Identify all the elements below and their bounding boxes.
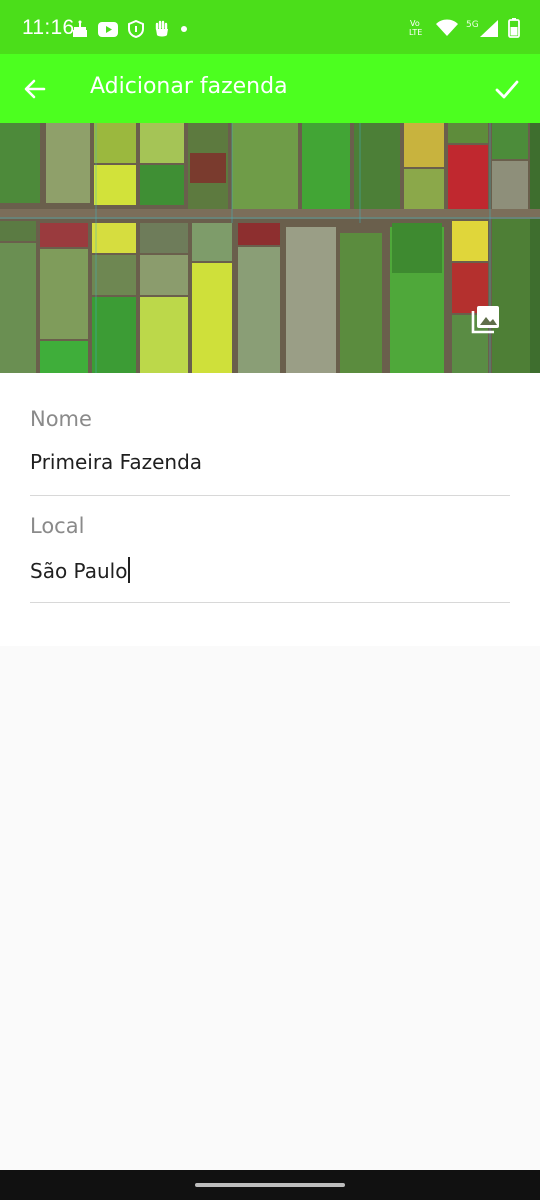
svg-text:Vo: Vo xyxy=(410,19,420,28)
home-gesture-handle[interactable] xyxy=(195,1183,345,1187)
hand-icon xyxy=(155,20,168,37)
name-field-underline xyxy=(30,495,510,496)
arrow-back-icon xyxy=(24,79,46,99)
system-nav-bar xyxy=(0,1170,540,1200)
status-system-icons: Vo LTE 5G xyxy=(408,18,520,38)
svg-text:5G: 5G xyxy=(466,20,479,30)
check-icon xyxy=(495,80,519,99)
dot-icon xyxy=(181,26,187,32)
svg-text:LTE: LTE xyxy=(409,28,422,37)
name-field[interactable]: Nome Primeira Fazenda xyxy=(30,407,510,497)
text-cursor xyxy=(128,557,130,583)
youtube-icon xyxy=(98,21,118,37)
status-bar: 11:16 Vo LTE 5G xyxy=(0,0,540,54)
name-input[interactable]: Primeira Fazenda xyxy=(30,450,202,474)
location-field-label: Local xyxy=(30,514,85,538)
gallery-icon[interactable] xyxy=(470,303,502,335)
battery-icon xyxy=(508,18,520,38)
status-time: 11:16 xyxy=(22,16,75,39)
status-notification-icons xyxy=(72,20,188,38)
volte-icon: Vo LTE xyxy=(409,19,422,37)
location-field[interactable]: Local São Paulo xyxy=(30,514,510,604)
confirm-button[interactable] xyxy=(486,68,528,110)
shield-icon xyxy=(128,20,144,38)
aerial-farm-picture xyxy=(0,123,540,373)
farm-form: Nome Primeira Fazenda Local São Paulo xyxy=(0,373,540,646)
wifi-icon xyxy=(436,19,458,36)
back-button[interactable] xyxy=(14,68,56,110)
name-field-label: Nome xyxy=(30,407,92,431)
cake-icon xyxy=(73,20,87,37)
location-input-text: São Paulo xyxy=(30,559,128,583)
5g-signal-icon: 5G xyxy=(466,20,498,37)
page-title: Adicionar fazenda xyxy=(90,74,288,99)
location-field-underline xyxy=(30,602,510,603)
farm-cover-image[interactable] xyxy=(0,123,540,373)
location-input[interactable]: São Paulo xyxy=(30,557,130,583)
app-bar: Adicionar fazenda xyxy=(0,54,540,123)
